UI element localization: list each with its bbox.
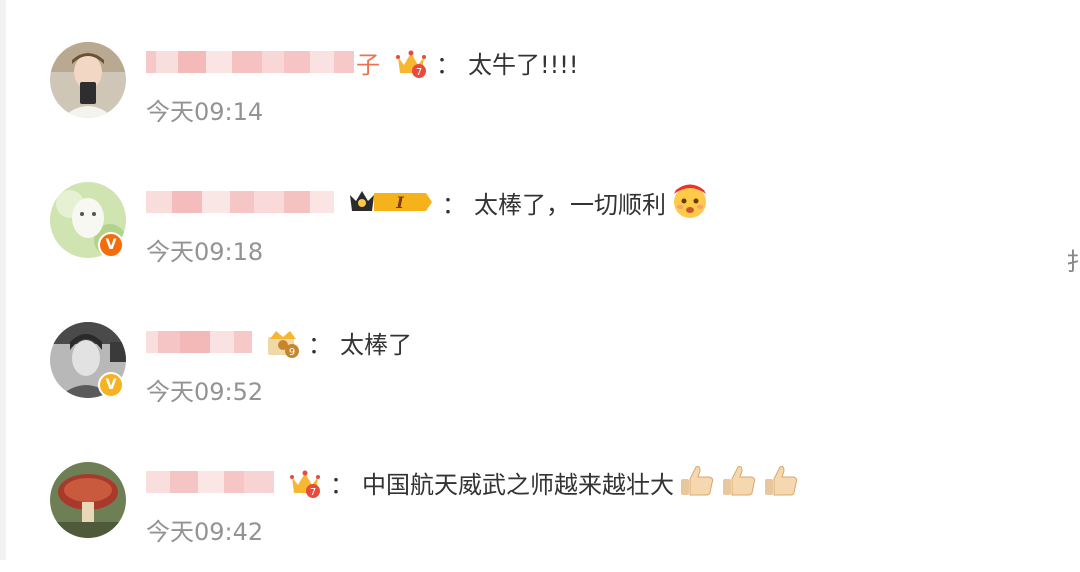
separator-colon: ： <box>330 470 354 499</box>
separator-colon: ： <box>442 190 466 219</box>
username-visible-char: 子 <box>356 50 380 79</box>
avatar[interactable] <box>50 42 126 118</box>
clipped-side-text: 扌 <box>1066 248 1080 276</box>
comment-item: 子 7 ： 太牛了!!!! 今天09:14 <box>50 42 1050 152</box>
comment-time: 今天09:42 <box>146 518 264 546</box>
svg-text:7: 7 <box>416 67 422 78</box>
separator-colon: ： <box>308 330 332 359</box>
comment-text: 中国航天威武之师越来越壮大 <box>362 470 674 499</box>
comment-time: 今天09:18 <box>146 238 264 266</box>
username-pixelated[interactable] <box>146 467 274 497</box>
thumbs-up-emoji-icon <box>762 461 800 503</box>
username-pixelated[interactable] <box>146 327 252 357</box>
username-pixelated[interactable]: 子 <box>146 47 380 79</box>
panel-left-edge <box>0 0 6 560</box>
svg-text:9: 9 <box>289 347 295 358</box>
verified-badge-icon: V <box>98 372 124 398</box>
thumbs-up-emoji-icon <box>678 461 716 503</box>
comment-text: 太棒了，一切顺利 <box>474 190 666 219</box>
comment-item: V 9 ： 太棒了 今天09:52 <box>50 322 1050 432</box>
comment-text: 太棒了 <box>340 330 412 359</box>
cheer-emoji-icon <box>670 180 710 224</box>
avatar[interactable] <box>50 462 126 538</box>
comment-time: 今天09:52 <box>146 378 264 406</box>
comment-text: 太牛了!!!! <box>468 50 579 79</box>
comment-item: 7 ： 中国航天威武之师越来越壮大 今天09:42 <box>50 462 1050 572</box>
crown-level-1-badge: I <box>348 185 434 219</box>
svg-text:7: 7 <box>310 487 316 498</box>
verified-badge-icon: V <box>98 232 124 258</box>
separator-colon: ： <box>436 50 460 79</box>
comment-item: V I ： 太棒了，一切顺利 今天09:18 <box>50 182 1050 292</box>
crown-level-7-badge: 7 <box>394 45 428 79</box>
username-pixelated[interactable] <box>146 187 334 217</box>
comment-time: 今天09:14 <box>146 98 264 126</box>
crown-level-7-badge: 7 <box>288 465 322 499</box>
svg-text:I: I <box>395 193 404 212</box>
thumbs-up-emoji-icon <box>720 461 758 503</box>
crown-level-9-badge: 9 <box>266 325 300 359</box>
